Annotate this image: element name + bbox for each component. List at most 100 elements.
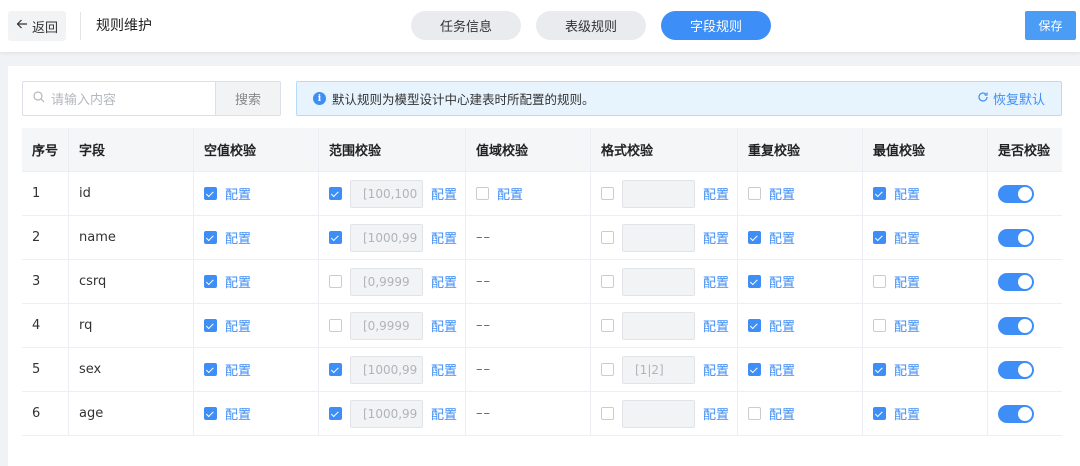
duplicate-check-config-link[interactable]: 配置	[769, 272, 795, 291]
row-index: 1	[32, 186, 41, 201]
range-check-config-link[interactable]: 配置	[431, 228, 457, 247]
column-header-range-check: 范围校验	[319, 128, 466, 171]
range-check-checkbox[interactable]	[329, 187, 342, 200]
format-value-input[interactable]	[622, 267, 695, 296]
null-check-checkbox[interactable]	[204, 231, 217, 244]
format-check-checkbox[interactable]	[601, 319, 614, 332]
extremum-check-checkbox[interactable]	[873, 363, 886, 376]
row-field-name: name	[79, 230, 116, 245]
enabled-toggle[interactable]	[998, 228, 1034, 247]
format-check-checkbox[interactable]	[601, 407, 614, 420]
range-value-input[interactable]: [1000,99	[350, 223, 423, 252]
extremum-check-config-link[interactable]: 配置	[894, 404, 920, 423]
range-check-config-link[interactable]: 配置	[431, 360, 457, 379]
column-header-null-check: 空值校验	[194, 128, 319, 171]
range-value-input[interactable]: [1000,99	[350, 399, 423, 428]
null-check-config-link[interactable]: 配置	[225, 404, 251, 423]
range-check-config-link[interactable]: 配置	[431, 272, 457, 291]
restore-default-button[interactable]: 恢复默认	[977, 82, 1045, 115]
duplicate-check-config-link[interactable]: 配置	[769, 360, 795, 379]
enabled-toggle[interactable]	[998, 404, 1034, 423]
duplicate-check-config-link[interactable]: 配置	[769, 184, 795, 203]
format-value-input[interactable]	[622, 311, 695, 340]
extremum-check-checkbox[interactable]	[873, 231, 886, 244]
range-check-checkbox[interactable]	[329, 363, 342, 376]
null-check-config-link[interactable]: 配置	[225, 360, 251, 379]
null-check-checkbox[interactable]	[204, 407, 217, 420]
extremum-check-checkbox[interactable]	[873, 319, 886, 332]
extremum-check-checkbox[interactable]	[873, 187, 886, 200]
tab-bar: 任务信息 表级规则 字段规则	[411, 11, 771, 40]
duplicate-check-checkbox[interactable]	[748, 275, 761, 288]
range-check-config-link[interactable]: 配置	[431, 404, 457, 423]
format-value-input[interactable]	[622, 223, 695, 252]
extremum-check-config-link[interactable]: 配置	[894, 360, 920, 379]
null-check-checkbox[interactable]	[204, 275, 217, 288]
extremum-check-config-link[interactable]: 配置	[894, 316, 920, 335]
domain-check-not-applicable: ––	[476, 230, 491, 245]
range-value-input[interactable]: [0,9999	[350, 311, 423, 340]
enabled-toggle[interactable]	[998, 316, 1034, 335]
extremum-check-config-link[interactable]: 配置	[894, 184, 920, 203]
enabled-toggle[interactable]	[998, 272, 1034, 291]
range-check-checkbox[interactable]	[329, 319, 342, 332]
extremum-check-checkbox[interactable]	[873, 407, 886, 420]
null-check-config-link[interactable]: 配置	[225, 184, 251, 203]
format-value-input[interactable]: [1|2]	[622, 355, 695, 384]
format-check-checkbox[interactable]	[601, 275, 614, 288]
tab-task-info[interactable]: 任务信息	[411, 11, 521, 40]
null-check-config-link[interactable]: 配置	[225, 316, 251, 335]
domain-check-checkbox[interactable]	[476, 187, 489, 200]
format-check-checkbox[interactable]	[601, 363, 614, 376]
range-check-checkbox[interactable]	[329, 275, 342, 288]
format-value-input[interactable]	[622, 399, 695, 428]
format-value-input[interactable]	[622, 179, 695, 208]
duplicate-check-config-link[interactable]: 配置	[769, 228, 795, 247]
extremum-check-config-link[interactable]: 配置	[894, 272, 920, 291]
duplicate-check-config-link[interactable]: 配置	[769, 404, 795, 423]
range-check-config-link[interactable]: 配置	[431, 184, 457, 203]
format-check-config-link[interactable]: 配置	[703, 272, 729, 291]
duplicate-check-checkbox[interactable]	[748, 407, 761, 420]
range-check-checkbox[interactable]	[329, 407, 342, 420]
tab-field-rules[interactable]: 字段规则	[661, 11, 771, 40]
duplicate-check-checkbox[interactable]	[748, 363, 761, 376]
extremum-check-config-link[interactable]: 配置	[894, 228, 920, 247]
duplicate-check-checkbox[interactable]	[748, 231, 761, 244]
enabled-toggle[interactable]	[998, 184, 1034, 203]
format-check-checkbox[interactable]	[601, 231, 614, 244]
tab-table-rules[interactable]: 表级规则	[536, 11, 646, 40]
format-check-config-link[interactable]: 配置	[703, 404, 729, 423]
null-check-checkbox[interactable]	[204, 363, 217, 376]
range-value-input[interactable]: [0,9999	[350, 267, 423, 296]
range-value-input[interactable]: [1000,99	[350, 355, 423, 384]
domain-check-config-link[interactable]: 配置	[497, 184, 523, 203]
duplicate-check-config-link[interactable]: 配置	[769, 316, 795, 335]
format-check-config-link[interactable]: 配置	[703, 360, 729, 379]
back-button[interactable]: 返回	[8, 11, 66, 41]
content-panel: 请输入内容 搜索 i 默认规则为模型设计中心建表时所配置的规则。 恢复默认 序号…	[8, 66, 1080, 466]
null-check-checkbox[interactable]	[204, 319, 217, 332]
table-row: 6 age 配置 [1000,99 配置 –– 配置 配置 配置	[22, 392, 1062, 436]
search-button[interactable]: 搜索	[215, 82, 280, 115]
search-icon	[33, 90, 45, 107]
range-value-input[interactable]: [100,100	[350, 179, 423, 208]
format-check-config-link[interactable]: 配置	[703, 316, 729, 335]
column-header-field: 字段	[69, 128, 194, 171]
duplicate-check-checkbox[interactable]	[748, 319, 761, 332]
format-check-config-link[interactable]: 配置	[703, 228, 729, 247]
null-check-checkbox[interactable]	[204, 187, 217, 200]
null-check-config-link[interactable]: 配置	[225, 228, 251, 247]
column-header-extremum-check: 最值校验	[863, 128, 988, 171]
duplicate-check-checkbox[interactable]	[748, 187, 761, 200]
format-check-checkbox[interactable]	[601, 187, 614, 200]
enabled-toggle[interactable]	[998, 360, 1034, 379]
format-check-config-link[interactable]: 配置	[703, 184, 729, 203]
range-check-checkbox[interactable]	[329, 231, 342, 244]
column-header-enabled: 是否校验	[998, 144, 1051, 159]
search-input[interactable]: 请输入内容	[23, 82, 215, 115]
save-button[interactable]: 保存	[1025, 11, 1076, 40]
extremum-check-checkbox[interactable]	[873, 275, 886, 288]
null-check-config-link[interactable]: 配置	[225, 272, 251, 291]
range-check-config-link[interactable]: 配置	[431, 316, 457, 335]
